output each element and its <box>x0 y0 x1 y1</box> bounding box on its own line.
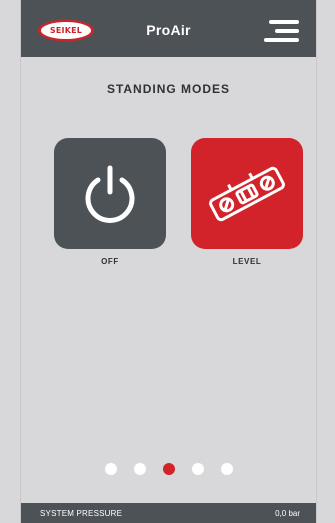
system-pressure-label: SYSTEM PRESSURE <box>40 509 123 518</box>
page-indicator <box>21 463 316 475</box>
spirit-level-icon <box>209 166 285 221</box>
page-dot-2[interactable] <box>133 463 146 475</box>
power-icon <box>85 165 135 223</box>
app-header: SEIKEL ProAir <box>21 0 316 57</box>
hamburger-menu-icon[interactable] <box>264 20 299 42</box>
app-frame: SEIKEL ProAir STANDING MODES OFF LEVEL S… <box>21 0 316 523</box>
page-dot-5[interactable] <box>220 463 233 475</box>
status-bar: SYSTEM PRESSURE 0,0 bar <box>21 503 316 523</box>
page-dot-4[interactable] <box>191 463 204 475</box>
mode-off-label: OFF <box>101 257 119 266</box>
mode-level-button[interactable] <box>191 138 303 249</box>
mode-level-label: LEVEL <box>232 257 262 266</box>
page-title: STANDING MODES <box>106 82 231 96</box>
page-dot-1[interactable] <box>104 463 117 475</box>
mode-off-button[interactable] <box>54 138 166 249</box>
system-pressure-value: 0,0 bar <box>275 509 300 518</box>
mode-off: OFF <box>54 138 166 266</box>
page-dot-3-active[interactable] <box>162 463 175 475</box>
mode-level: LEVEL <box>191 138 303 266</box>
